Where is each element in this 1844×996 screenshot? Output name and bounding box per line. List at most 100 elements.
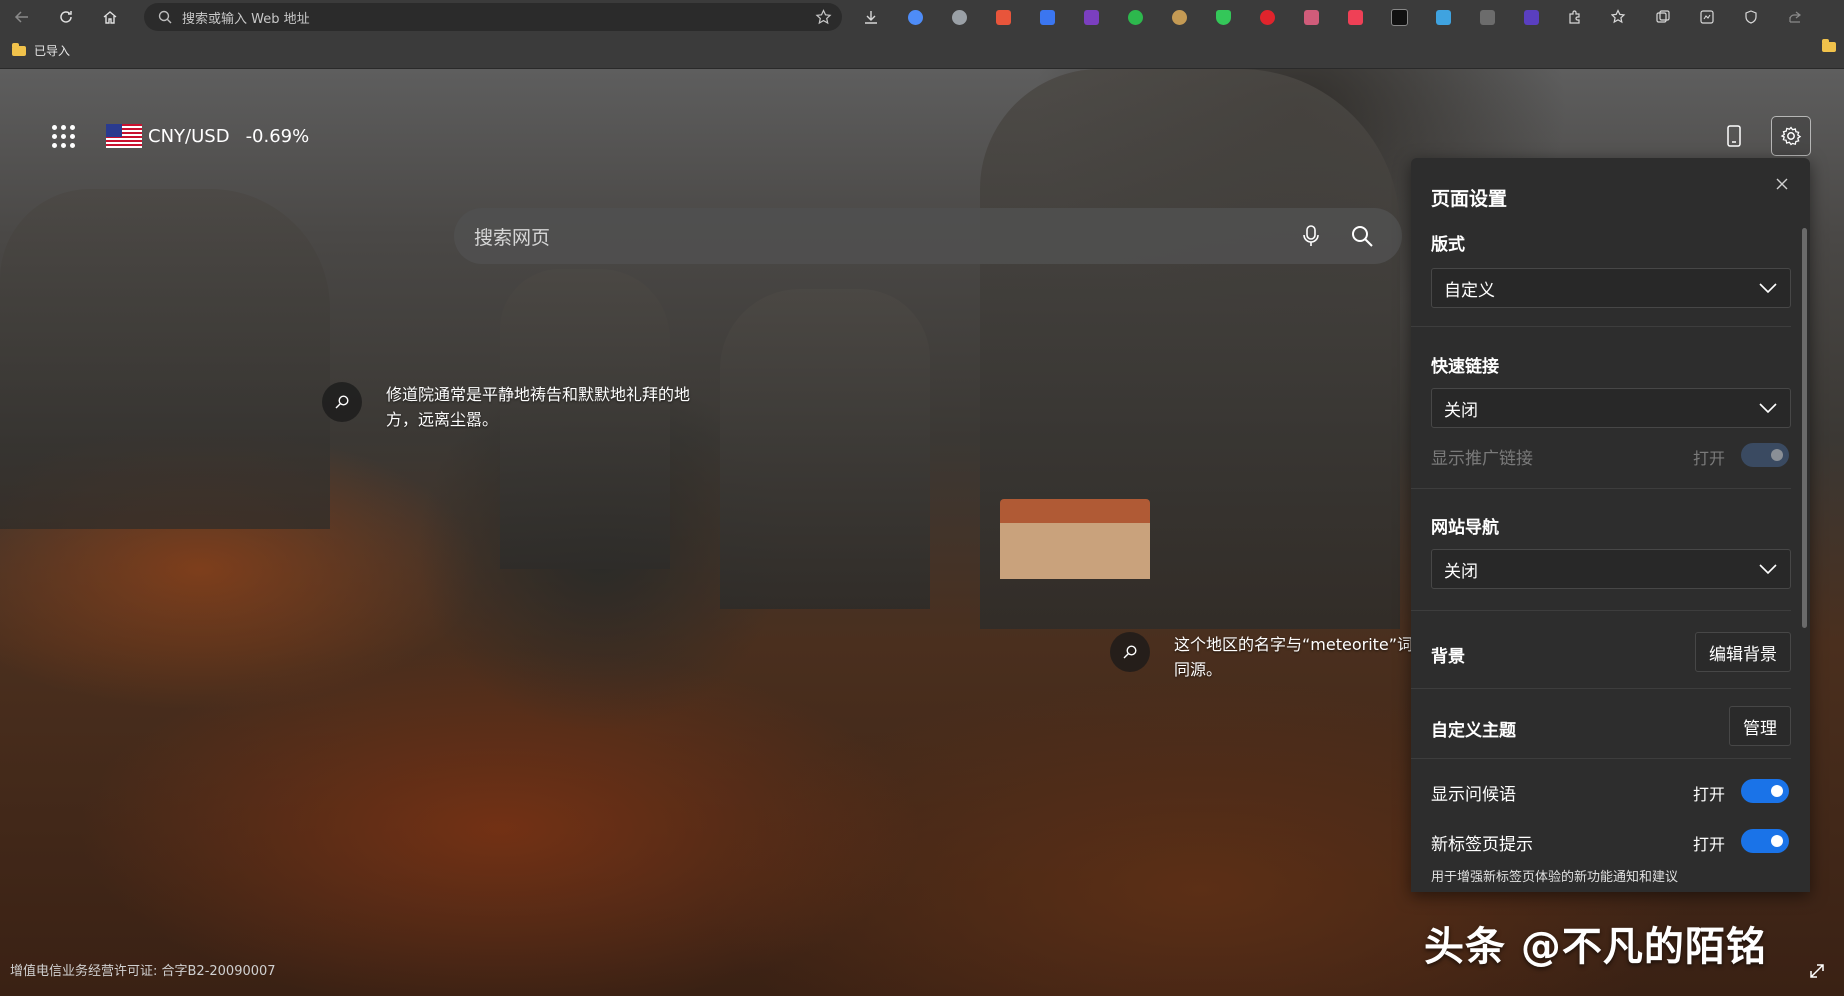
- page-settings-panel: 页面设置 版式 自定义 快速链接 关闭 显示推广链接 打开 网站导航 关闭 背景…: [1411, 158, 1810, 892]
- close-button[interactable]: [1772, 174, 1792, 194]
- chevron-down-icon: [1759, 403, 1777, 414]
- chevron-down-icon: [1759, 564, 1777, 575]
- shield-ext-icon[interactable]: [1212, 0, 1234, 34]
- microphone-icon[interactable]: [1302, 224, 1320, 248]
- address-placeholder: 搜索或输入 Web 地址: [182, 11, 310, 27]
- extensions-puzzle-icon[interactable]: [1564, 0, 1586, 34]
- promo-links-toggle[interactable]: [1741, 443, 1789, 467]
- atom-icon[interactable]: [948, 0, 970, 34]
- chevron-down-icon: [1759, 283, 1777, 294]
- extensions-row: [860, 0, 1828, 34]
- y-ext-icon[interactable]: [1124, 0, 1146, 34]
- refresh-button[interactable]: [44, 0, 88, 34]
- search-icon[interactable]: [1350, 224, 1374, 248]
- greeting-state: 打开: [1693, 785, 1726, 804]
- address-bar[interactable]: 搜索或输入 Web 地址: [144, 3, 842, 31]
- hotspot-caption: 修道院通常是平静地祷告和默默地礼拜的地方，远离尘嚣。: [386, 385, 691, 429]
- gear-icon: [1780, 126, 1802, 146]
- layout-dropdown[interactable]: 自定义: [1431, 268, 1791, 308]
- onenote-icon[interactable]: [1080, 0, 1102, 34]
- owl-ext-icon[interactable]: [1168, 0, 1190, 34]
- phone-icon: [1727, 125, 1741, 147]
- divider: [1411, 758, 1791, 759]
- promo-links-label: 显示推广链接: [1431, 449, 1533, 469]
- currency-pair: CNY/USD: [148, 125, 230, 147]
- hotspot-search-icon: [322, 382, 362, 422]
- currency-change: -0.69%: [245, 125, 310, 147]
- collections-icon[interactable]: [1652, 0, 1674, 34]
- divider: [1411, 688, 1791, 689]
- search-placeholder: 搜索网页: [474, 226, 551, 249]
- app-launcher-icon[interactable]: [52, 125, 76, 149]
- site-nav-dropdown[interactable]: 关闭: [1431, 549, 1791, 589]
- rock-pillar-center-right: [720, 289, 930, 609]
- l-ext-icon[interactable]: [1388, 0, 1410, 34]
- home-button[interactable]: [88, 0, 132, 34]
- hotspot-search-icon: [1110, 632, 1150, 672]
- watermark-text: 头条 @不凡的陌铭: [1424, 924, 1767, 970]
- newtab-tips-state: 打开: [1693, 835, 1726, 854]
- quicklinks-section-label: 快速链接: [1431, 357, 1499, 377]
- greeting-toggle[interactable]: [1741, 779, 1789, 803]
- newtab-tips-note: 用于增强新标签页体验的新功能通知和建议: [1431, 870, 1679, 885]
- back-arrow-icon: [14, 11, 28, 23]
- grid-ext-icon[interactable]: [992, 0, 1014, 34]
- rock-pillar-left: [0, 189, 330, 529]
- favorites-icon[interactable]: [1608, 0, 1630, 34]
- kingsoft-icon[interactable]: [1036, 0, 1058, 34]
- bookmark-folder-label: 已导入: [34, 44, 71, 58]
- greeting-label: 显示问候语: [1431, 785, 1516, 805]
- ia-ext-icon[interactable]: [1520, 0, 1542, 34]
- downloads-icon[interactable]: [860, 0, 882, 34]
- newtab-tips-toggle[interactable]: [1741, 829, 1789, 853]
- custom-theme-section-label: 自定义主题: [1431, 721, 1516, 741]
- panel-title: 页面设置: [1431, 188, 1508, 210]
- divider: [1411, 610, 1791, 611]
- quicklinks-value: 关闭: [1444, 400, 1478, 421]
- currency-widget[interactable]: CNY/USD -0.69%: [106, 124, 309, 148]
- divider: [1411, 488, 1791, 489]
- gamepad-ext-icon[interactable]: [1300, 0, 1322, 34]
- add-favorite-icon[interactable]: [815, 9, 832, 26]
- search-icon: [158, 10, 172, 24]
- back-button[interactable]: [0, 0, 44, 34]
- other-favorites-folder[interactable]: [1822, 39, 1844, 52]
- folder-icon: [1822, 39, 1836, 52]
- divider: [1411, 326, 1791, 327]
- folder-icon: [12, 42, 26, 56]
- share-icon[interactable]: [1784, 0, 1806, 34]
- newtab-tips-label: 新标签页提示: [1431, 835, 1533, 855]
- background-section-label: 背景: [1431, 647, 1465, 667]
- screenshot-icon[interactable]: [1696, 0, 1718, 34]
- layout-section-label: 版式: [1431, 235, 1465, 255]
- copilot-icon[interactable]: [904, 0, 926, 34]
- home-icon: [103, 11, 117, 24]
- quicklinks-dropdown[interactable]: 关闭: [1431, 388, 1791, 428]
- web-search-box[interactable]: 搜索网页: [454, 208, 1402, 264]
- settings-scrollbar[interactable]: [1802, 228, 1807, 628]
- bookmark-folder-imported[interactable]: 已导入: [12, 42, 70, 59]
- close-icon: [1776, 178, 1788, 190]
- image-hotspot-2[interactable]: 这个地区的名字与“meteorite”词同源。: [1110, 632, 1414, 682]
- site-nav-section-label: 网站导航: [1431, 518, 1499, 538]
- refresh-icon: [60, 11, 72, 23]
- red-ext-icon[interactable]: [1256, 0, 1278, 34]
- monastery: [1000, 499, 1150, 579]
- image-ext-icon[interactable]: [1432, 0, 1454, 34]
- doc-ext-icon[interactable]: [1476, 0, 1498, 34]
- browser-essentials-icon[interactable]: [1740, 0, 1762, 34]
- expand-icon[interactable]: [1808, 962, 1826, 980]
- hotspot-caption: 这个地区的名字与“meteorite”词同源。: [1174, 635, 1414, 679]
- bookmarks-bar: 已导入: [0, 34, 1844, 69]
- page-settings-button[interactable]: [1771, 116, 1811, 156]
- layout-value: 自定义: [1444, 280, 1495, 301]
- license-text: 增值电信业务经营许可证: 合字B2-20090007: [10, 964, 276, 979]
- manage-theme-button[interactable]: 管理: [1729, 706, 1791, 746]
- image-hotspot-1[interactable]: 修道院通常是平静地祷告和默默地礼拜的地方，远离尘嚣。: [322, 382, 716, 432]
- site-nav-value: 关闭: [1444, 561, 1478, 582]
- us-flag-icon: [106, 124, 142, 148]
- mobile-button[interactable]: [1718, 120, 1750, 152]
- edit-background-button[interactable]: 编辑背景: [1695, 632, 1791, 672]
- promo-links-state: 打开: [1693, 449, 1726, 468]
- pocket-ext-icon[interactable]: [1344, 0, 1366, 34]
